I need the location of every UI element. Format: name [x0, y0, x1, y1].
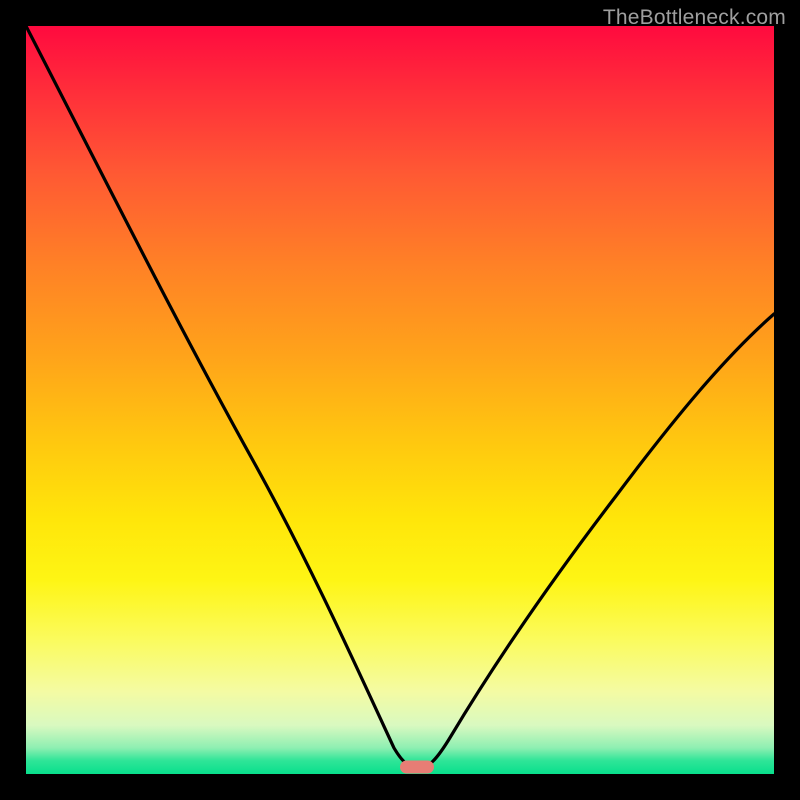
chart-frame: TheBottleneck.com: [0, 0, 800, 800]
plot-area: [26, 26, 774, 774]
optimum-marker: [400, 760, 434, 773]
watermark-text: TheBottleneck.com: [603, 6, 786, 30]
bottleneck-curve: [26, 26, 774, 774]
